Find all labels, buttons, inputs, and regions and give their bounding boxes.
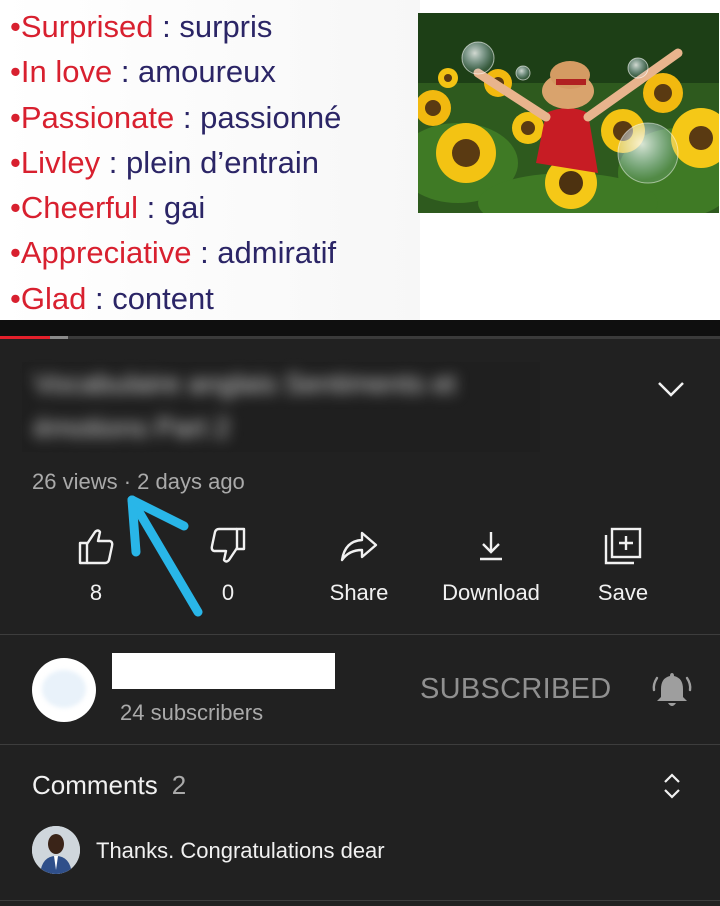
vocab-line: •Cheerful : gai	[10, 190, 206, 226]
view-count: 26 views	[32, 469, 118, 494]
progress-track	[0, 336, 720, 339]
divider	[0, 900, 720, 901]
share-icon	[340, 531, 378, 562]
vocab-line: •In love : amoureux	[10, 54, 276, 90]
vocab-line: •Glad : content	[10, 280, 214, 316]
vocab-line: •Passionate : passionné	[10, 99, 342, 135]
share-button[interactable]: Share	[293, 522, 425, 606]
download-label: Download	[442, 580, 540, 605]
share-label: Share	[329, 580, 389, 605]
divider	[0, 634, 720, 635]
annotation-arrow-icon	[127, 495, 203, 617]
vocab-line: •Appreciative : admiratif	[10, 235, 337, 271]
vocab-line: •Surprised : surpris	[10, 9, 273, 44]
video-title[interactable]: Vocabulaire anglais Sentiments et émotio…	[22, 362, 540, 452]
subscriber-count: 24 subscribers	[120, 700, 264, 725]
progress-bar[interactable]	[0, 320, 720, 339]
divider	[0, 744, 720, 745]
vocab-line: •Livley : plein d’entrain	[10, 144, 319, 180]
progress-played	[0, 336, 50, 339]
download-icon	[480, 532, 502, 561]
commenter-avatar[interactable]	[32, 826, 80, 874]
sunflower-photo	[418, 13, 719, 213]
subscribed-button[interactable]: SUBSCRIBED	[420, 673, 612, 706]
comments-count: 2	[171, 770, 187, 800]
save-label: Save	[597, 580, 649, 605]
chevron-down-icon[interactable]	[654, 372, 688, 406]
comments-header[interactable]: Comments 2	[32, 770, 186, 801]
channel-name-redacted[interactable]	[112, 653, 335, 689]
bell-icon[interactable]	[650, 668, 694, 712]
video-title-text: Vocabulaire anglais Sentiments et émotio…	[34, 368, 456, 443]
vocab-list: •Surprised : surpris •In love : amoureux…	[10, 4, 341, 320]
video-player[interactable]: •Surprised : surpris •In love : amoureux…	[0, 0, 720, 320]
action-row: 8 0 Share Download Save	[0, 522, 720, 632]
redaction-box	[556, 258, 720, 318]
add-to-playlist-icon	[604, 527, 642, 565]
comments-title: Comments	[32, 770, 158, 800]
save-button[interactable]: Save	[557, 522, 689, 606]
expand-icon[interactable]	[660, 771, 684, 801]
download-button[interactable]: Download	[425, 522, 557, 606]
channel-avatar[interactable]	[32, 658, 96, 722]
comment-text: Thanks. Congratulations dear	[96, 838, 385, 863]
